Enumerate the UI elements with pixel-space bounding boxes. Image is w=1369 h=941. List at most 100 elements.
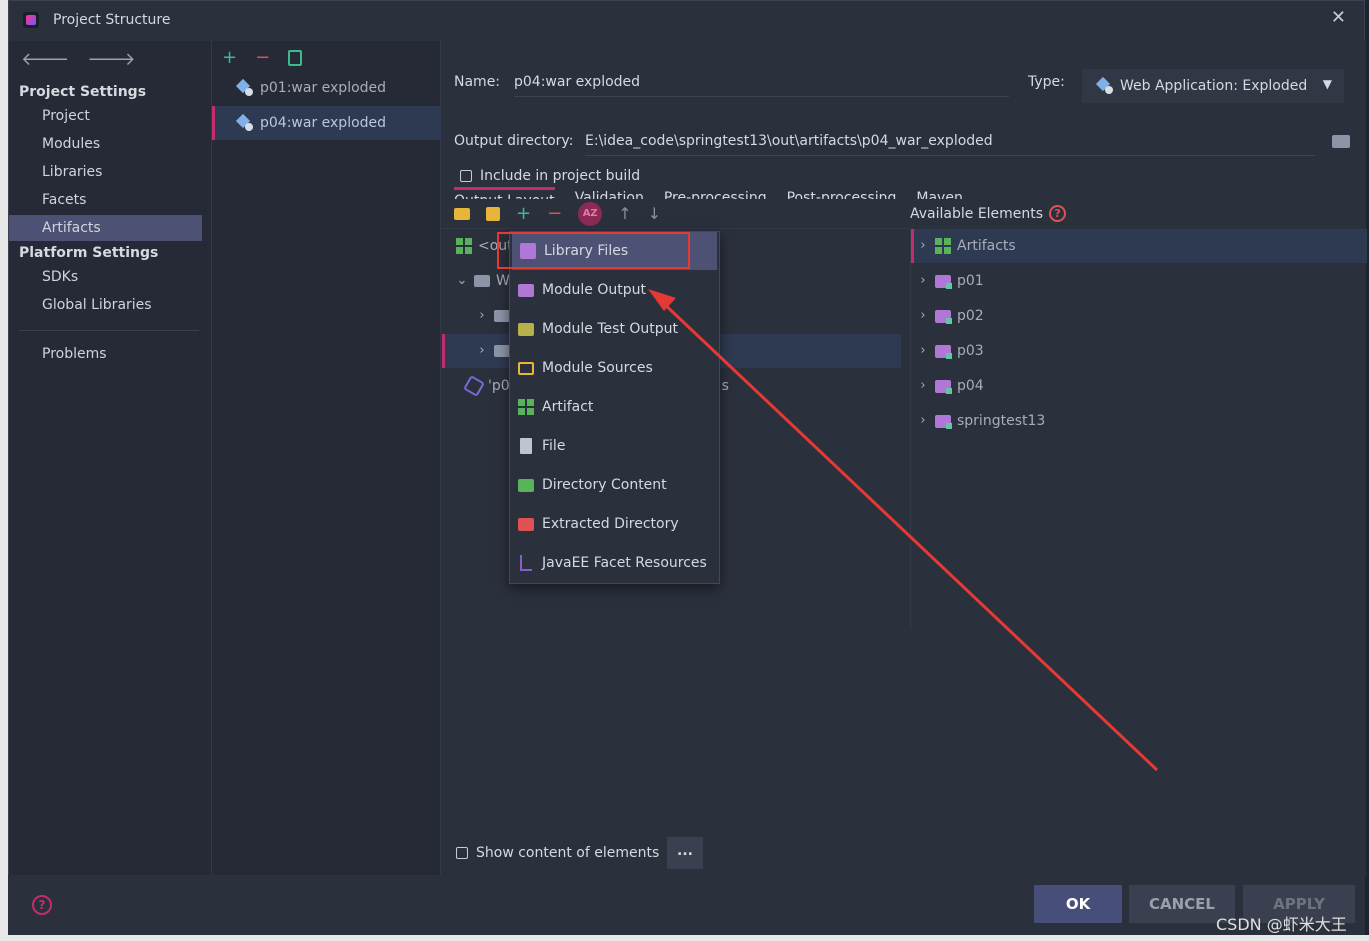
- available-item-module[interactable]: › p03: [911, 334, 1367, 368]
- tree-label: 'p0: [488, 378, 510, 394]
- help-icon[interactable]: ?: [32, 895, 52, 915]
- file-icon: [520, 438, 532, 454]
- browse-folder-icon[interactable]: [1332, 135, 1350, 148]
- move-up-icon[interactable]: ↑: [618, 204, 631, 223]
- project-settings-heading: Project Settings: [19, 84, 147, 100]
- chevron-right-icon: ›: [920, 343, 926, 358]
- tab-pre-processing[interactable]: Pre-processing: [664, 187, 767, 199]
- chevron-down-icon: ⌄: [456, 273, 468, 288]
- chevron-right-icon: ›: [920, 413, 926, 428]
- menu-item-label: JavaEE Facet Resources: [542, 555, 707, 571]
- tab-output-layout[interactable]: Output Layout: [454, 187, 555, 199]
- available-item-module[interactable]: › p04: [911, 369, 1367, 403]
- artifact-list-panel: + − p01:war exploded p04:war exploded: [211, 41, 441, 876]
- include-build-checkbox[interactable]: [460, 170, 472, 182]
- available-item-label: p01: [957, 273, 984, 289]
- ok-button[interactable]: OK: [1034, 885, 1122, 923]
- nav-item-libraries[interactable]: Libraries: [9, 159, 211, 185]
- tab-maven[interactable]: Maven: [916, 187, 962, 199]
- available-item-label: springtest13: [957, 413, 1046, 429]
- available-item-module[interactable]: › springtest13: [911, 404, 1367, 438]
- desktop-background: [0, 0, 8, 941]
- available-item-label: Artifacts: [957, 238, 1016, 254]
- menu-item-label: File: [542, 438, 566, 454]
- move-down-icon[interactable]: ↓: [648, 204, 661, 223]
- artifact-item-selected[interactable]: p04:war exploded: [212, 106, 441, 140]
- create-directory-icon[interactable]: [454, 207, 470, 220]
- window-title: Project Structure: [53, 12, 171, 28]
- back-arrow-icon[interactable]: 🡐: [21, 49, 69, 70]
- add-copy-of-icon[interactable]: +: [516, 203, 531, 224]
- available-elements-title: Available Elements: [910, 205, 1044, 222]
- nav-item-project[interactable]: Project: [9, 103, 211, 129]
- extracted-directory-icon: [518, 517, 534, 531]
- module-folder-icon: [935, 379, 952, 394]
- help-icon[interactable]: ?: [1049, 205, 1067, 222]
- type-select[interactable]: Web Application: Exploded ▼: [1082, 69, 1344, 103]
- nav-item-facets[interactable]: Facets: [9, 187, 211, 213]
- remove-icon[interactable]: −: [547, 203, 562, 224]
- tab-validation[interactable]: Validation: [575, 187, 644, 199]
- tree-label-suffix: s: [721, 378, 729, 394]
- module-icon: [463, 375, 485, 397]
- available-item-artifacts[interactable]: › Artifacts: [911, 229, 1367, 263]
- copy-icon[interactable]: [288, 49, 303, 66]
- folder-icon: [474, 275, 490, 287]
- module-folder-icon: [935, 274, 952, 289]
- available-item-label: p02: [957, 308, 984, 324]
- close-icon[interactable]: ✕: [1331, 7, 1346, 28]
- include-build-option[interactable]: Include in project build: [460, 168, 640, 184]
- menu-item-label: Directory Content: [542, 477, 667, 493]
- sort-alphabetically-icon[interactable]: AZ: [578, 201, 603, 226]
- tab-post-processing[interactable]: Post-processing: [787, 187, 897, 199]
- artifact-item[interactable]: p01:war exploded: [212, 71, 441, 105]
- module-folder-icon: [935, 309, 952, 324]
- nav-item-sdks[interactable]: SDKs: [9, 264, 211, 290]
- platform-settings-heading: Platform Settings: [19, 245, 159, 261]
- show-content-checkbox[interactable]: [456, 847, 468, 859]
- menu-item-file[interactable]: File: [510, 427, 719, 465]
- nav-item-modules[interactable]: Modules: [9, 131, 211, 157]
- dialog-footer: ? OK CANCEL APPLY: [8, 875, 1365, 935]
- forward-arrow-icon[interactable]: 🡒: [87, 49, 135, 70]
- menu-item-module-output[interactable]: Module Output: [510, 271, 719, 309]
- create-archive-icon[interactable]: [486, 206, 500, 221]
- add-element-popup-menu: Library Files Module Output Module Test …: [509, 231, 720, 584]
- menu-item-directory-content[interactable]: Directory Content: [510, 466, 719, 504]
- available-item-label: p04: [957, 378, 984, 394]
- nav-item-global-libraries[interactable]: Global Libraries: [9, 292, 211, 318]
- chevron-right-icon: ›: [920, 238, 926, 253]
- nav-divider: [19, 330, 199, 331]
- name-field[interactable]: p04:war exploded: [514, 74, 1009, 97]
- folder-icon: [494, 310, 510, 322]
- title-bar: Project Structure ✕: [9, 1, 1364, 41]
- more-options-button[interactable]: ...: [667, 837, 703, 869]
- menu-item-module-sources[interactable]: Module Sources: [510, 349, 719, 387]
- nav-item-problems[interactable]: Problems: [9, 341, 211, 367]
- module-folder-icon: [935, 414, 952, 429]
- chevron-right-icon: ›: [479, 343, 485, 358]
- web-artifact-icon: [1096, 77, 1114, 95]
- available-item-module[interactable]: › p01: [911, 264, 1367, 298]
- artifact-label: p01:war exploded: [260, 80, 387, 96]
- menu-item-label: Module Sources: [542, 360, 653, 376]
- show-content-option[interactable]: Show content of elements: [456, 845, 659, 861]
- menu-item-extracted-directory[interactable]: Extracted Directory: [510, 505, 719, 543]
- nav-item-artifacts[interactable]: Artifacts: [9, 215, 202, 241]
- history-nav: 🡐 🡒: [21, 49, 136, 70]
- menu-item-artifact[interactable]: Artifact: [510, 388, 719, 426]
- module-sources-icon: [518, 361, 534, 375]
- menu-item-label: Module Test Output: [542, 321, 679, 337]
- available-item-module[interactable]: › p02: [911, 299, 1367, 333]
- directory-content-icon: [518, 478, 534, 492]
- include-build-label: Include in project build: [480, 168, 641, 184]
- module-folder-icon: [935, 344, 952, 359]
- menu-item-javaee-facet-resources[interactable]: JavaEE Facet Resources: [510, 544, 719, 582]
- remove-icon[interactable]: −: [255, 47, 270, 68]
- chevron-right-icon: ›: [920, 378, 926, 393]
- type-label: Type:: [1028, 74, 1065, 90]
- output-directory-field[interactable]: E:\idea_code\springtest13\out\artifacts\…: [585, 133, 1315, 156]
- available-elements-heading: Available Elements ?: [910, 205, 1067, 222]
- menu-item-module-test-output[interactable]: Module Test Output: [510, 310, 719, 348]
- add-icon[interactable]: +: [222, 47, 237, 68]
